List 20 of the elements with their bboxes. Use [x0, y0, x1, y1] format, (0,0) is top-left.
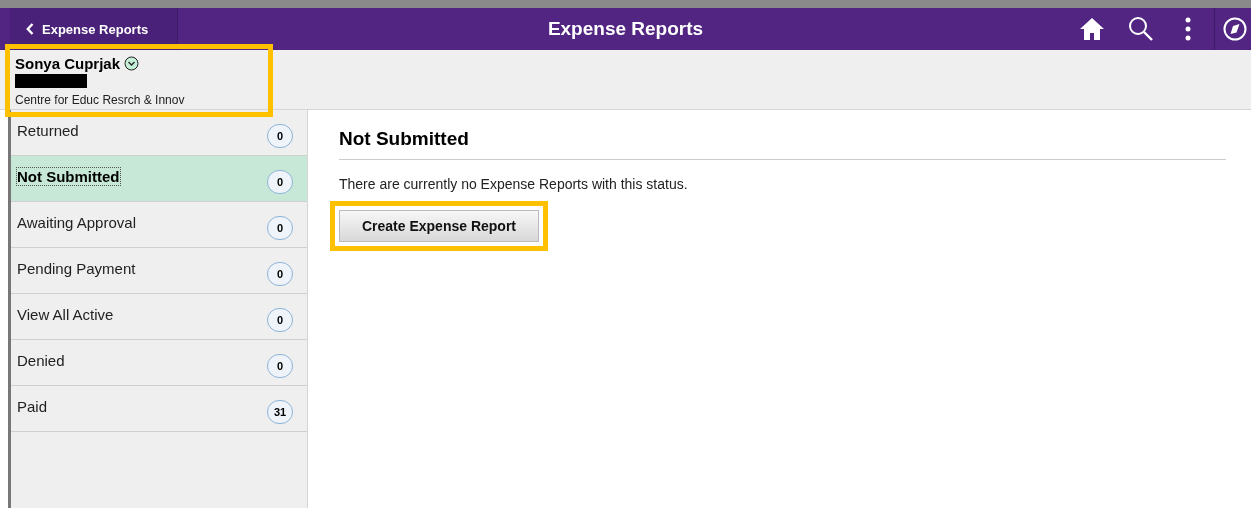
count-badge: 0 — [267, 262, 293, 286]
create-expense-report-button[interactable]: Create Expense Report — [339, 210, 539, 242]
count-badge: 0 — [267, 308, 293, 332]
chevron-left-icon — [26, 23, 34, 35]
count-badge: 0 — [267, 170, 293, 194]
more-options-icon[interactable] — [1184, 17, 1192, 41]
home-icon[interactable] — [1078, 16, 1106, 42]
department-name: Centre for Educ Resrch & Innov — [15, 93, 186, 107]
count-badge: 0 — [267, 216, 293, 240]
page-title: Expense Reports — [547, 18, 704, 40]
count-badge: 0 — [267, 354, 293, 378]
status-message: There are currently no Expense Reports with this status. — [339, 176, 689, 192]
user-name: Sonya Cuprjak — [15, 55, 121, 72]
count-badge: 0 — [267, 124, 293, 148]
compass-icon[interactable] — [1223, 17, 1247, 41]
section-heading: Not Submitted — [339, 128, 1226, 160]
dropdown-chevron-icon[interactable] — [124, 56, 140, 71]
search-icon[interactable] — [1128, 16, 1154, 42]
count-badge: 31 — [267, 400, 293, 424]
sidebar-item[interactable]: Not Submitted 0 — [11, 156, 307, 202]
